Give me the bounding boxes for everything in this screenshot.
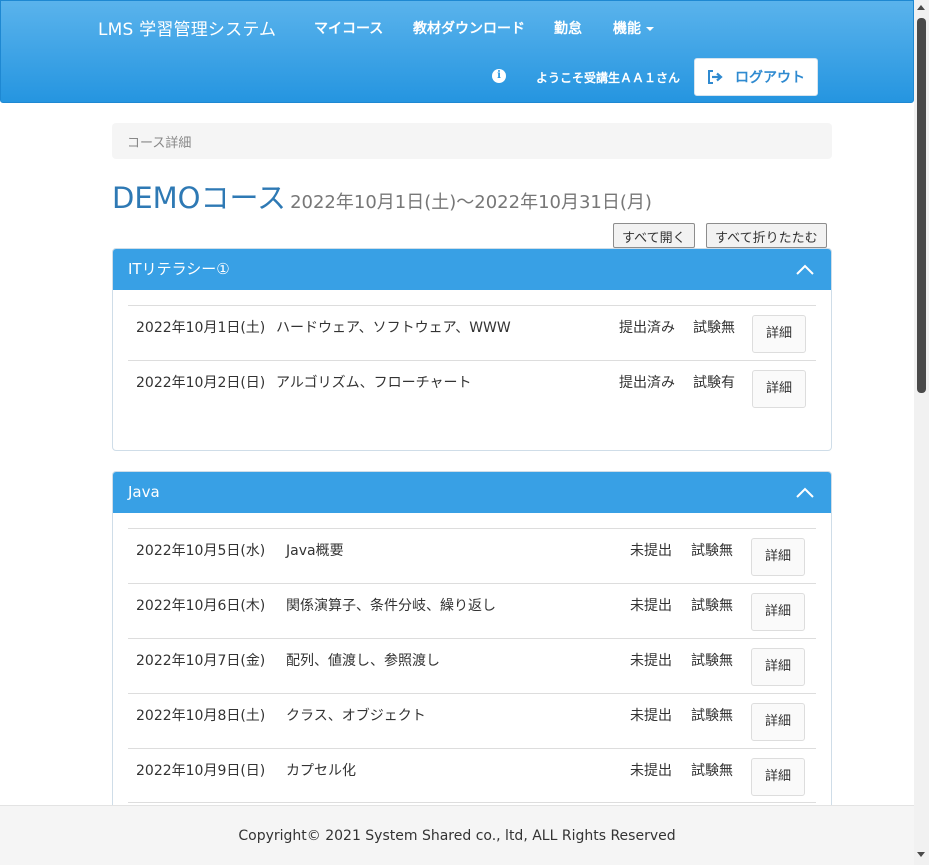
lesson-date: 2022年10月8日(土) <box>136 708 266 724</box>
vertical-scrollbar[interactable] <box>914 0 929 865</box>
lesson-row: 2022年10月9日(日) カプセル化 未提出 試験無 詳細 <box>128 748 816 803</box>
exam-status: 試験無 <box>691 653 733 669</box>
lesson-date: 2022年10月9日(日) <box>136 763 266 779</box>
lesson-date: 2022年10月6日(木) <box>136 598 266 614</box>
nav-functions-label: 機能 <box>613 21 641 37</box>
detail-button[interactable]: 詳細 <box>752 370 806 408</box>
lesson-row: 2022年10月8日(土) クラス、オブジェクト 未提出 試験無 詳細 <box>128 693 816 748</box>
lesson-title: Java概要 <box>286 543 344 559</box>
scroll-down-icon[interactable] <box>917 852 925 857</box>
section-heading[interactable]: ITリテラシー① <box>113 249 831 290</box>
chevron-up-icon[interactable] <box>795 262 815 276</box>
section-panel-java: Java 2022年10月5日(水) Java概要 未提出 試験無 詳細 202… <box>112 471 832 811</box>
lesson-title: 関係演算子、条件分岐、繰り返し <box>286 598 496 614</box>
detail-button[interactable]: 詳細 <box>751 703 805 741</box>
nav-material-download[interactable]: 教材ダウンロード <box>413 18 525 38</box>
exam-status: 試験無 <box>691 543 733 559</box>
logout-label: ログアウト <box>735 70 805 86</box>
lesson-row: 2022年10月5日(水) Java概要 未提出 試験無 詳細 <box>128 528 816 583</box>
caret-down-icon <box>646 27 654 31</box>
detail-button[interactable]: 詳細 <box>751 538 805 576</box>
exam-status: 試験無 <box>693 320 735 336</box>
lesson-row: 2022年10月6日(木) 関係演算子、条件分岐、繰り返し 未提出 試験無 詳細 <box>128 583 816 638</box>
lesson-title: カプセル化 <box>286 763 356 779</box>
lesson-date: 2022年10月7日(金) <box>136 653 266 669</box>
exam-status: 試験無 <box>691 598 733 614</box>
lesson-date: 2022年10月1日(土) <box>136 320 266 336</box>
lesson-row: 2022年10月1日(土) ハードウェア、ソフトウェア、WWW 提出済み 試験無… <box>128 305 816 360</box>
section-heading[interactable]: Java <box>113 472 831 513</box>
welcome-text: ようこそ受講生ＡＡ１さん <box>536 71 681 85</box>
detail-button[interactable]: 詳細 <box>751 758 805 796</box>
lesson-row: 2022年10月2日(日) アルゴリズム、フローチャート 提出済み 試験有 詳細 <box>128 360 816 415</box>
info-circle-icon[interactable]: i <box>492 69 506 83</box>
lesson-date: 2022年10月5日(水) <box>136 543 266 559</box>
section-body: 2022年10月5日(水) Java概要 未提出 試験無 詳細 2022年10月… <box>113 513 831 810</box>
course-period: 2022年10月1日(土)〜2022年10月31日(月) <box>290 192 652 213</box>
submission-status: 未提出 <box>630 543 672 559</box>
course-name: DEMOコース <box>112 181 287 215</box>
lesson-title: 配列、値渡し、参照渡し <box>286 653 440 669</box>
logout-button[interactable]: ログアウト <box>694 58 818 96</box>
exam-status: 試験無 <box>691 708 733 724</box>
page-footer: Copyright© 2021 System Shared co., ltd, … <box>0 805 914 865</box>
section-title: ITリテラシー① <box>128 260 230 278</box>
nav-my-course[interactable]: マイコース <box>314 18 383 38</box>
exam-status: 試験有 <box>693 375 735 391</box>
section-body: 2022年10月1日(土) ハードウェア、ソフトウェア、WWW 提出済み 試験無… <box>113 290 831 430</box>
top-navbar: LMS 学習管理システム マイコース 教材ダウンロード 勤怠 機能 i ようこそ… <box>0 0 914 103</box>
copyright-text: Copyright© 2021 System Shared co., ltd, … <box>238 828 676 844</box>
lesson-title: ハードウェア、ソフトウェア、WWW <box>276 320 511 336</box>
breadcrumb: コース詳細 <box>112 123 832 159</box>
submission-status: 未提出 <box>630 763 672 779</box>
submission-status: 提出済み <box>619 320 675 336</box>
lesson-row: 2022年10月7日(金) 配列、値渡し、参照渡し 未提出 試験無 詳細 <box>128 638 816 693</box>
collapse-all-button[interactable]: すべて折りたたむ <box>706 223 827 248</box>
scroll-thumb[interactable] <box>917 18 926 393</box>
page-title: DEMOコース 2022年10月1日(土)〜2022年10月31日(月) <box>112 175 652 217</box>
chevron-up-icon[interactable] <box>795 485 815 499</box>
lesson-date: 2022年10月2日(日) <box>136 375 266 391</box>
submission-status: 未提出 <box>630 653 672 669</box>
expand-all-button[interactable]: すべて開く <box>613 223 695 248</box>
section-title: Java <box>128 483 160 501</box>
nav-attendance[interactable]: 勤怠 <box>554 18 582 38</box>
section-panel-it-literacy: ITリテラシー① 2022年10月1日(土) ハードウェア、ソフトウェア、WWW… <box>112 248 832 451</box>
submission-status: 未提出 <box>630 708 672 724</box>
submission-status: 提出済み <box>619 375 675 391</box>
detail-button[interactable]: 詳細 <box>752 315 806 353</box>
lesson-title: アルゴリズム、フローチャート <box>276 375 472 391</box>
scroll-up-icon[interactable] <box>917 5 925 10</box>
lesson-title: クラス、オブジェクト <box>286 708 426 724</box>
detail-button[interactable]: 詳細 <box>751 648 805 686</box>
submission-status: 未提出 <box>630 598 672 614</box>
exam-status: 試験無 <box>691 763 733 779</box>
breadcrumb-current: コース詳細 <box>127 136 192 151</box>
detail-button[interactable]: 詳細 <box>751 593 805 631</box>
brand-link[interactable]: LMS 学習管理システム <box>98 15 276 40</box>
nav-functions-dropdown[interactable]: 機能 <box>613 18 654 38</box>
logout-icon <box>708 70 723 84</box>
